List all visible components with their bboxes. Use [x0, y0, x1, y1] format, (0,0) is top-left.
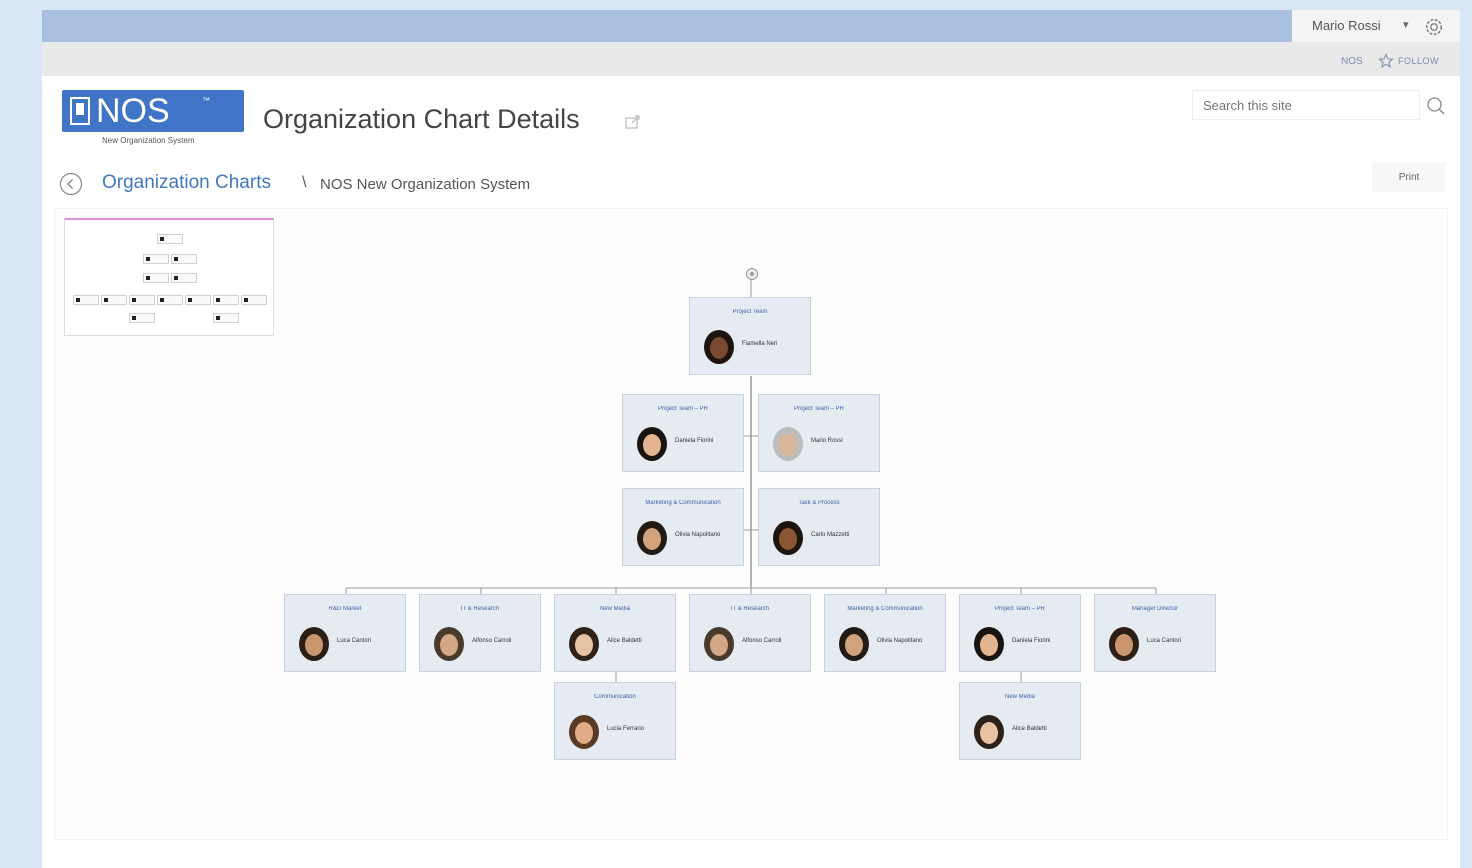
avatar: [839, 627, 869, 661]
avatar: [704, 627, 734, 661]
node-name: Alice Baldetti: [607, 638, 642, 644]
node-name: Luca Cantori: [337, 638, 372, 644]
chart-root-icon[interactable]: [745, 267, 759, 281]
app-window: Mario Rossi ▾ NOS FOLLOW NOS ™ New Organ…: [42, 10, 1460, 868]
node-title: Communication: [594, 694, 636, 700]
avatar: [299, 627, 329, 661]
node-title: Task & Process: [798, 500, 840, 506]
node-name: Carlo Mazzetti: [811, 532, 850, 538]
node-title: Project Team – PR: [794, 406, 844, 412]
org-node-marketing[interactable]: Marketing & Communication Olivia Napolit…: [622, 488, 744, 566]
avatar: [773, 427, 803, 461]
node-name: Olivia Napolitano: [675, 532, 721, 538]
org-node-project-team-pr-1[interactable]: Project Team – PR Daniela Fiorini: [622, 394, 744, 472]
avatar: [637, 427, 667, 461]
avatar: [704, 330, 734, 364]
org-node-project-team-pr-2[interactable]: Project Team – PR Mario Rossi: [758, 394, 880, 472]
node-title: IT & Research: [730, 606, 770, 612]
avatar: [569, 715, 599, 749]
org-node-manager-director[interactable]: Manager Director Luca Cantori: [1094, 594, 1216, 672]
node-title: IT & Research: [460, 606, 500, 612]
org-node-new-media-1[interactable]: New Media Alice Baldetti: [554, 594, 676, 672]
avatar: [974, 627, 1004, 661]
org-node-project-team-pr-3[interactable]: Project Team – PR Daniela Fiorini: [959, 594, 1081, 672]
org-node-project-team[interactable]: Project Team Fiamella Neri: [689, 297, 811, 375]
avatar: [637, 521, 667, 555]
node-title: Project Team: [732, 309, 768, 315]
avatar: [974, 715, 1004, 749]
org-node-it-research-1[interactable]: IT & Research Alfonso Carroli: [419, 594, 541, 672]
node-title: Marketing & Communication: [645, 500, 721, 506]
node-name: Alfonso Carroli: [472, 638, 512, 644]
node-title: Project Team – PR: [995, 606, 1045, 612]
node-name: Alice Baldetti: [1012, 726, 1047, 732]
avatar: [1109, 627, 1139, 661]
org-node-rd-market[interactable]: R&D Market Luca Cantori: [284, 594, 406, 672]
node-title: R&D Market: [328, 606, 362, 612]
node-title: Marketing & Communication: [847, 606, 923, 612]
node-name: Daniela Fiorini: [1012, 638, 1051, 644]
node-title: New Media: [599, 606, 630, 612]
node-name: Luca Cantori: [1147, 638, 1182, 644]
node-name: Lucia Ferrario: [607, 726, 645, 732]
node-name: Olivia Napolitano: [877, 638, 923, 644]
org-node-new-media-2[interactable]: New Media Alice Baldetti: [959, 682, 1081, 760]
avatar: [434, 627, 464, 661]
node-title: New Media: [1004, 694, 1035, 700]
node-name: Daniela Fiorini: [675, 438, 714, 444]
org-chart-connectors: [345, 276, 1157, 682]
avatar: [773, 521, 803, 555]
node-name: Mario Rossi: [811, 438, 843, 444]
org-node-it-research-2[interactable]: IT & Research Alfonso Carroli: [689, 594, 811, 672]
node-name: Fiamella Neri: [742, 341, 778, 347]
org-node-task-process[interactable]: Task & Process Carlo Mazzetti: [758, 488, 880, 566]
node-name: Alfonso Carroli: [742, 638, 782, 644]
node-title: Manager Director: [1131, 606, 1179, 612]
node-title: Project Team – PR: [658, 406, 708, 412]
org-node-marketing-2[interactable]: Marketing & Communication Olivia Napolit…: [824, 594, 946, 672]
avatar: [569, 627, 599, 661]
org-node-communication[interactable]: Communication Lucia Ferrario: [554, 682, 676, 760]
